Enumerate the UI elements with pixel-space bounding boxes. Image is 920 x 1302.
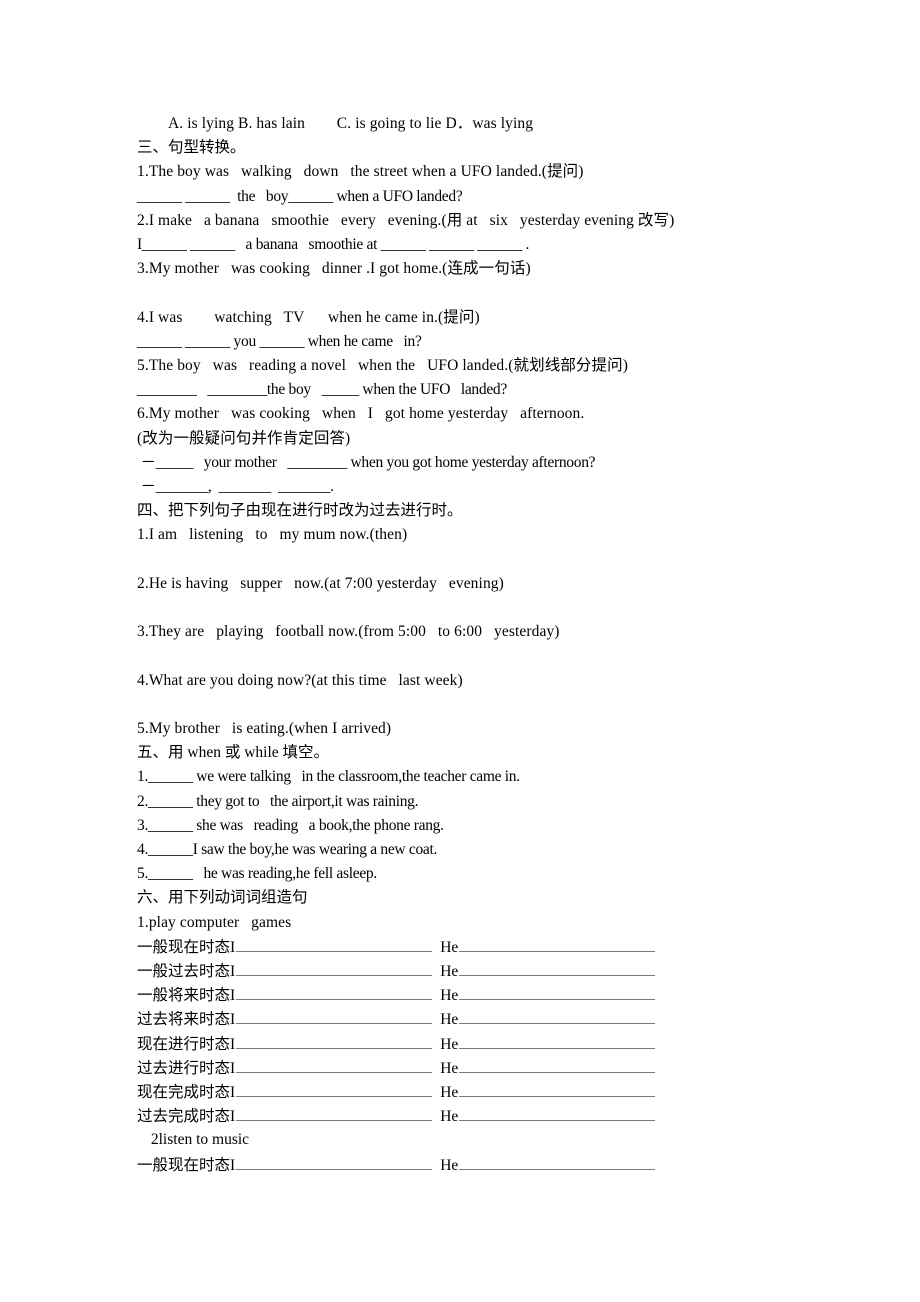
answer-line-he[interactable] <box>459 1009 656 1025</box>
question-4-5: 5.My brother is eating.(when I arrived) <box>137 720 392 737</box>
answer-line-i[interactable] <box>236 937 433 952</box>
question-3-5: 5.The boy was reading a novel when the U… <box>137 357 628 375</box>
answer-line-i[interactable] <box>236 1058 433 1073</box>
worksheet-page: A. is lying B. has lain C. is going to l… <box>0 0 920 1302</box>
verb-phrase-item-1: 1.play computer games <box>137 913 292 931</box>
answer-space-4-4[interactable] <box>137 693 837 717</box>
answer-line-he[interactable] <box>459 1106 656 1122</box>
question-4-3: 3.They are playing football now.(from 5:… <box>137 623 560 641</box>
question-3-4: 4.I was watching TV when he came in.(提问) <box>137 308 480 326</box>
question-4-2: 2.He is having supper now.(at 7:00 yeste… <box>137 574 504 592</box>
tense-table-1: 一般现在时态 I He 一般过去时态 I He 一般将来时态 I He 过去将来… <box>137 935 837 1129</box>
multiple-choice-options: A. is lying B. has lain C. is going to l… <box>137 115 534 132</box>
answer-line-he[interactable] <box>459 985 656 1001</box>
tense-label: 过去完成时态 <box>137 1108 231 1126</box>
tense-table-2: 一般现在时态 I He <box>137 1153 837 1177</box>
question-3-6: 6.My mother was cooking when I got home … <box>137 405 585 423</box>
answer-line-he[interactable] <box>459 1058 656 1073</box>
subject-he-label: He <box>440 963 459 981</box>
subject-he-label: He <box>440 1011 459 1029</box>
answer-line-i[interactable] <box>236 985 433 1001</box>
question-3-3: 3.My mother was cooking dinner .I got ho… <box>137 260 531 278</box>
answer-line-i[interactable] <box>236 1155 433 1170</box>
subject-he-label: He <box>440 987 459 1005</box>
tense-row: 一般将来时态 I He <box>137 983 837 1007</box>
worksheet-content: A. is lying B. has lain C. is going to l… <box>137 112 837 1177</box>
answer-line-he[interactable] <box>459 937 656 952</box>
tense-label: 现在进行时态 <box>137 1035 231 1053</box>
section-heading-6: 六、用下列动词词组造句 <box>137 889 308 907</box>
answer-blank-3-2[interactable]: I______ ______ a banana smoothie at ____… <box>137 233 837 257</box>
answer-line-he[interactable] <box>459 961 656 977</box>
subject-he-label: He <box>440 1059 459 1077</box>
answer-line-he[interactable] <box>459 1155 656 1170</box>
answer-line-i[interactable] <box>236 1106 433 1122</box>
answer-space-3-3[interactable] <box>137 281 837 305</box>
subject-he-label: He <box>440 1156 459 1174</box>
question-5-1[interactable]: 1.______ we were talking in the classroo… <box>137 765 837 789</box>
tense-row: 过去完成时态 I He <box>137 1104 837 1128</box>
tense-label: 过去将来时态 <box>137 1011 231 1029</box>
tense-row: 现在进行时态 I He <box>137 1032 837 1056</box>
question-5-4[interactable]: 4.______I saw the boy,he was wearing a n… <box>137 838 837 862</box>
tense-label: 现在完成时态 <box>137 1083 231 1101</box>
answer-space-4-2[interactable] <box>137 596 837 620</box>
question-3-6-instruction: (改为一般疑问句并作肯定回答) <box>137 429 351 447</box>
tense-label: 过去进行时态 <box>137 1059 231 1077</box>
tense-row: 过去进行时态 I He <box>137 1056 837 1080</box>
answer-space-4-1[interactable] <box>137 548 837 572</box>
tense-row: 一般过去时态 I He <box>137 959 837 983</box>
answer-space-4-3[interactable] <box>137 644 837 668</box>
subject-he-label: He <box>440 1083 459 1101</box>
question-4-1: 1.I am listening to my mum now.(then) <box>137 526 408 544</box>
question-3-2: 2.I make a banana smoothie every evening… <box>137 211 675 229</box>
subject-he-label: He <box>440 1108 459 1126</box>
question-5-2[interactable]: 2.______ they got to the airport,it was … <box>137 790 837 814</box>
section-heading-3: 三、句型转换。 <box>137 139 246 157</box>
tense-row: 一般现在时态 I He <box>137 935 837 959</box>
verb-phrase-item-2: 2listen to music <box>147 1131 250 1149</box>
answer-line-i[interactable] <box>236 1009 433 1025</box>
subject-he-label: He <box>440 938 459 956</box>
question-4-4: 4.What are you doing now?(at this time l… <box>137 671 463 689</box>
answer-line-he[interactable] <box>459 1034 656 1049</box>
answer-line-i[interactable] <box>236 961 433 977</box>
tense-row: 过去将来时态 I He <box>137 1007 837 1031</box>
question-3-1: 1.The boy was walking down the street wh… <box>137 163 584 181</box>
tense-label: 一般过去时态 <box>137 963 231 981</box>
tense-row: 一般现在时态 I He <box>137 1153 837 1177</box>
section-heading-5: 五、用 when 或 while 填空。 <box>137 744 330 762</box>
tense-label: 一般现在时态 <box>137 938 231 956</box>
answer-line-i[interactable] <box>236 1082 433 1097</box>
answer-blank-3-6-question[interactable]: －_____ your mother ________ when you got… <box>137 451 837 475</box>
section-heading-4: 四、把下列句子由现在进行时改为过去进行时。 <box>137 502 463 520</box>
question-5-3[interactable]: 3.______ she was reading a book,the phon… <box>137 814 837 838</box>
subject-he-label: He <box>440 1035 459 1053</box>
tense-row: 现在完成时态 I He <box>137 1080 837 1104</box>
answer-blank-3-4[interactable]: ______ ______ you ______ when he came in… <box>137 330 837 354</box>
tense-label: 一般将来时态 <box>137 987 231 1005</box>
answer-blank-3-5[interactable]: ________ ________the boy _____ when the … <box>137 378 837 402</box>
answer-line-he[interactable] <box>459 1082 656 1097</box>
answer-blank-3-1[interactable]: ______ ______ the boy______ when a UFO l… <box>137 185 837 209</box>
question-5-5[interactable]: 5.______ he was reading,he fell asleep. <box>137 862 837 886</box>
tense-label: 一般现在时态 <box>137 1156 231 1174</box>
answer-line-i[interactable] <box>236 1034 433 1049</box>
answer-blank-3-6-reply[interactable]: －_______, _______ _______. <box>137 475 837 499</box>
